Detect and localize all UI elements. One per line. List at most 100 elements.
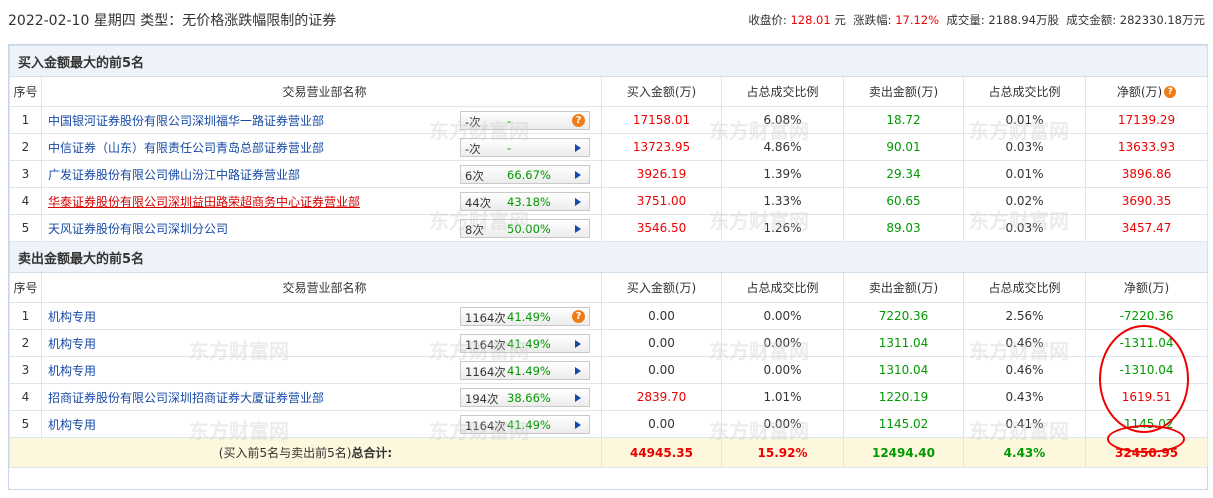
question-circle-icon[interactable]: ?	[572, 114, 585, 127]
total-label-bold: 总合计:	[351, 446, 393, 460]
ranking-panel: 买入金额最大的前5名 序号 交易营业部名称 买入金额(万) 占总成交比例 卖出金额(万) 占…	[8, 44, 1209, 490]
history-badge[interactable]: -次 -	[460, 138, 590, 157]
question-circle-icon[interactable]: ?	[572, 310, 585, 323]
question-circle-icon[interactable]: ?	[1164, 86, 1177, 98]
broker-name-link[interactable]: 中国银河证券股份有限公司深圳福华一路证券营业部	[48, 114, 324, 128]
history-win-rate: 50.00%	[507, 222, 551, 236]
broker-name-link[interactable]: 广发证券股份有限公司佛山汾江中路证券营业部	[48, 168, 300, 182]
row-index: 1	[9, 302, 42, 330]
row-index: 4	[9, 187, 42, 215]
history-badge[interactable]: 6次 66.67%	[460, 165, 590, 184]
triangle-right-icon[interactable]	[575, 198, 581, 206]
page-title: 2022-02-10 星期四 类型：无价格涨跌幅限制的证券	[8, 13, 337, 29]
buy-amount: 17158.01	[601, 106, 722, 134]
history-badge[interactable]: 8次 50.00%	[460, 219, 590, 238]
sell-top5-section: 卖出金额最大的前5名	[8, 241, 1209, 273]
buy-amount: 3926.19	[601, 160, 722, 188]
broker-name-link[interactable]: 机构专用	[48, 418, 96, 432]
broker-cell: 招商证券股份有限公司深圳招商证券大厦证券营业部 194次 38.66%	[41, 383, 602, 411]
net-amount: 3896.86	[1084, 160, 1209, 188]
column-header-name: 交易营业部名称	[41, 272, 602, 303]
close-unit: 元	[834, 13, 846, 27]
broker-name-link[interactable]: 天风证券股份有限公司深圳分公司	[48, 222, 228, 236]
triangle-right-icon[interactable]	[575, 225, 581, 233]
triangle-right-icon[interactable]	[575, 340, 581, 348]
sell-amount: 1145.02	[843, 410, 964, 438]
triangle-right-icon[interactable]	[575, 144, 581, 152]
broker-name-link[interactable]: 中信证券（山东）有限责任公司青岛总部证券营业部	[48, 141, 324, 155]
history-win-rate: -	[507, 141, 512, 155]
volume-label: 成交量:	[946, 13, 985, 27]
history-badge[interactable]: 1164次 41.49%	[460, 361, 590, 380]
broker-name-link[interactable]: 招商证券股份有限公司深圳招商证券大厦证券营业部	[48, 391, 324, 405]
row-index: 2	[9, 133, 42, 161]
row-index: 2	[9, 329, 42, 357]
sell-amount: 90.01	[843, 133, 964, 161]
sell-amount: 60.65	[843, 187, 964, 215]
buy-amount: 3751.00	[601, 187, 722, 215]
history-badge[interactable]: 1164次 41.49%	[460, 334, 590, 353]
row-index: 4	[9, 383, 42, 411]
history-badge[interactable]: 194次 38.66%	[460, 388, 590, 407]
turnover-label: 成交金额:	[1066, 13, 1117, 27]
table-row: 5 机构专用 1164次 41.49% 0.00 0.00% 1145.02 0.41% -11…	[9, 410, 1209, 438]
net-header-label: 净额(万)	[1116, 85, 1163, 99]
buy-ratio: 0.00%	[721, 410, 844, 438]
annotation-circle-large	[1099, 325, 1189, 433]
history-win-rate: 41.49%	[507, 337, 551, 351]
column-header-sell-ratio: 占总成交比例	[963, 76, 1086, 107]
close-label: 收盘价:	[748, 13, 787, 27]
sell-amount: 1220.19	[843, 383, 964, 411]
history-badge[interactable]: 44次 43.18%	[460, 192, 590, 211]
broker-name-link[interactable]: 机构专用	[48, 364, 96, 378]
triangle-right-icon[interactable]	[575, 394, 581, 402]
buy-top5-section: 买入金额最大的前5名	[8, 45, 1209, 77]
sell-ratio: 0.41%	[963, 410, 1086, 438]
buy-ratio: 6.08%	[721, 106, 844, 134]
history-count: 1164次	[465, 311, 506, 325]
history-count: 1164次	[465, 365, 506, 379]
sell-amount: 89.03	[843, 214, 964, 242]
column-header-name: 交易营业部名称	[41, 76, 602, 107]
history-win-rate: 41.49%	[507, 418, 551, 432]
summary-stats: 收盘价: 128.01 元 涨跌幅: 17.12% 成交量: 2188.94万股…	[748, 12, 1205, 28]
sell-ratio: 0.02%	[963, 187, 1086, 215]
sell-amount: 1311.04	[843, 329, 964, 357]
broker-name-link[interactable]: 机构专用	[48, 310, 96, 324]
history-win-rate: 38.66%	[507, 391, 551, 405]
table-row: 3 广发证券股份有限公司佛山汾江中路证券营业部 6次 66.67% 3926.19 1.3…	[9, 160, 1209, 188]
row-index: 3	[9, 356, 42, 384]
row-index: 5	[9, 214, 42, 242]
triangle-right-icon[interactable]	[575, 367, 581, 375]
history-win-rate: 66.67%	[507, 168, 551, 182]
history-win-rate: 41.49%	[507, 310, 551, 324]
buy-ratio: 4.86%	[721, 133, 844, 161]
triangle-right-icon[interactable]	[575, 421, 581, 429]
column-header-sell-ratio: 占总成交比例	[963, 272, 1086, 303]
sell-header-row: 序号 交易营业部名称 买入金额(万) 占总成交比例 卖出金额(万) 占总成交比例 净额(万)	[9, 272, 1209, 303]
history-badge[interactable]: 1164次 41.49%?	[460, 307, 590, 326]
sell-amount: 18.72	[843, 106, 964, 134]
triangle-right-icon[interactable]	[575, 171, 581, 179]
history-badge[interactable]: -次 -?	[460, 111, 590, 130]
broker-name-link[interactable]: 机构专用	[48, 337, 96, 351]
history-count: -次	[465, 115, 481, 129]
sell-ratio: 0.03%	[963, 133, 1086, 161]
buy-amount: 2839.70	[601, 383, 722, 411]
sell-top5-section-title: 卖出金额最大的前5名	[8, 241, 1209, 273]
column-header-sell: 卖出金额(万)	[843, 76, 964, 107]
buy-ratio: 1.39%	[721, 160, 844, 188]
total-label-prefix: (买入前5名与卖出前5名)	[218, 446, 352, 460]
column-header-net: 净额(万)	[1084, 272, 1209, 303]
history-count: 1164次	[465, 338, 506, 352]
ranking-table: 买入金额最大的前5名 序号 交易营业部名称 买入金额(万) 占总成交比例 卖出金额(万) 占…	[8, 45, 1209, 468]
column-header-buy-ratio: 占总成交比例	[721, 272, 844, 303]
broker-cell: 中信证券（山东）有限责任公司青岛总部证券营业部 -次 -	[41, 133, 602, 161]
row-index: 1	[9, 106, 42, 134]
table-row: 2 中信证券（山东）有限责任公司青岛总部证券营业部 -次 - 13723.95 4.86%…	[9, 133, 1209, 161]
broker-cell: 中国银河证券股份有限公司深圳福华一路证券营业部 -次 -?	[41, 106, 602, 134]
broker-name-link[interactable]: 华泰证券股份有限公司深圳益田路荣超商务中心证券营业部	[48, 195, 360, 209]
buy-amount: 0.00	[601, 356, 722, 384]
history-badge[interactable]: 1164次 41.49%	[460, 415, 590, 434]
buy-ratio: 0.00%	[721, 302, 844, 330]
